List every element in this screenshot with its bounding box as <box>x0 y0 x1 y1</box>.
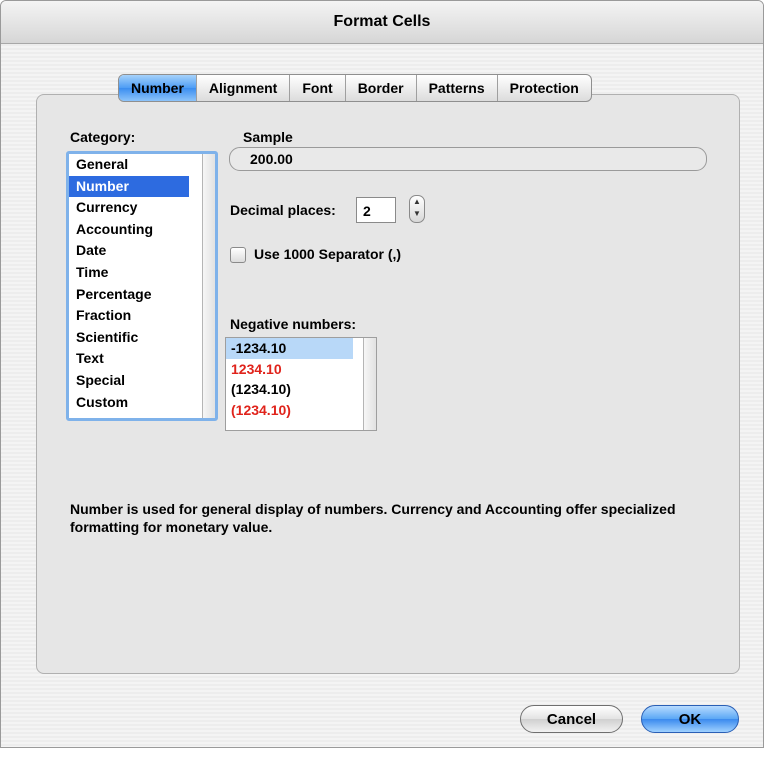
category-item-custom[interactable]: Custom <box>69 392 189 414</box>
category-item-currency[interactable]: Currency <box>69 197 189 219</box>
category-list[interactable]: General Number Currency Accounting Date … <box>66 151 218 421</box>
sample-value: 200.00 <box>250 151 293 167</box>
category-item-special[interactable]: Special <box>69 370 189 392</box>
stepper-up-icon[interactable]: ▲ <box>410 196 424 208</box>
negative-numbers-scrollbar[interactable] <box>363 338 376 430</box>
negative-numbers-label: Negative numbers: <box>230 316 357 332</box>
thousand-separator-label: Use 1000 Separator (,) <box>254 246 402 262</box>
tab-alignment[interactable]: Alignment <box>197 75 291 101</box>
dialog-title: Format Cells <box>1 1 763 44</box>
ok-button[interactable]: OK <box>641 705 739 733</box>
tab-patterns[interactable]: Patterns <box>417 75 498 101</box>
category-item-scientific[interactable]: Scientific <box>69 327 189 349</box>
decimal-places-input[interactable]: 2 <box>356 197 396 223</box>
category-item-text[interactable]: Text <box>69 348 189 370</box>
tab-number[interactable]: Number <box>119 75 197 101</box>
negative-format-minus[interactable]: -1234.10 <box>226 338 353 359</box>
thousand-separator-checkbox[interactable] <box>230 247 246 263</box>
stepper-down-icon[interactable]: ▼ <box>410 208 424 220</box>
tab-border[interactable]: Border <box>346 75 417 101</box>
negative-numbers-list[interactable]: -1234.10 1234.10 (1234.10) (1234.10) <box>225 337 377 431</box>
category-scrollbar[interactable] <box>202 154 215 418</box>
negative-format-red-parens[interactable]: (1234.10) <box>226 400 353 421</box>
category-item-accounting[interactable]: Accounting <box>69 219 189 241</box>
negative-format-red[interactable]: 1234.10 <box>226 359 353 380</box>
category-item-date[interactable]: Date <box>69 240 189 262</box>
category-item-fraction[interactable]: Fraction <box>69 305 189 327</box>
cancel-button[interactable]: Cancel <box>520 705 623 733</box>
tab-protection[interactable]: Protection <box>498 75 591 101</box>
category-item-general[interactable]: General <box>69 154 189 176</box>
format-cells-dialog: Format Cells Number Alignment Font Borde… <box>0 0 764 748</box>
category-item-number[interactable]: Number <box>69 175 189 198</box>
category-label: Category: <box>70 129 136 145</box>
negative-format-parens[interactable]: (1234.10) <box>226 379 353 400</box>
format-description: Number is used for general display of nu… <box>70 501 676 535</box>
sample-label: Sample <box>243 129 293 145</box>
category-item-percentage[interactable]: Percentage <box>69 284 189 306</box>
sample-display: 200.00 <box>229 147 707 171</box>
tab-bar: Number Alignment Font Border Patterns Pr… <box>118 74 592 102</box>
tab-font[interactable]: Font <box>290 75 346 101</box>
decimal-places-stepper[interactable]: ▲ ▼ <box>409 195 425 223</box>
category-item-time[interactable]: Time <box>69 262 189 284</box>
decimal-places-label: Decimal places: <box>230 202 336 218</box>
